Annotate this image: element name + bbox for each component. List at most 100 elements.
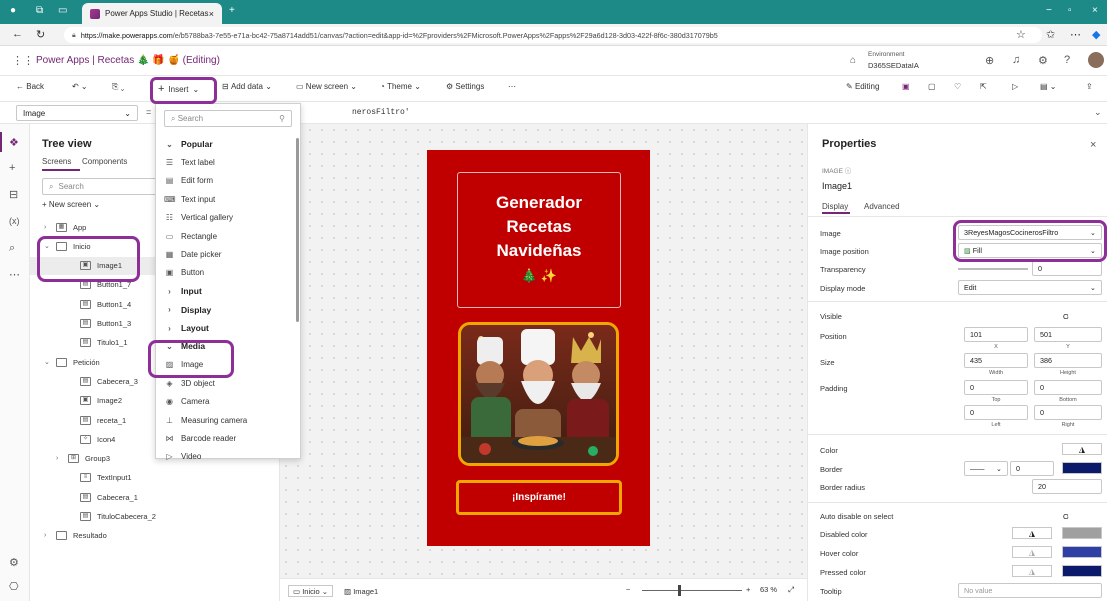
image-dropdown[interactable]: 3ReyesMagosCocinerosFiltro ⌄ — [958, 225, 1102, 240]
add-data-button[interactable]: ⊟ Add data ⌄ — [222, 82, 272, 91]
expand-formula-icon[interactable]: ⌄ — [1094, 107, 1102, 118]
gear-icon[interactable]: ⚙ — [1038, 54, 1048, 67]
insert-menu-item[interactable]: ▭ Rectangle — [156, 227, 294, 245]
editing-button[interactable]: ✎ Editing — [846, 82, 879, 91]
chevron-right-icon[interactable]: › — [44, 532, 56, 539]
zoom-out-icon[interactable]: − — [626, 585, 630, 597]
control-breadcrumb[interactable]: ▨ Image1 — [344, 585, 378, 597]
transparency-input[interactable]: 0 — [1032, 261, 1102, 276]
tree-view-icon[interactable]: ❖ — [9, 136, 19, 149]
publish-icon[interactable]: ⇪ — [1086, 82, 1093, 91]
tooltip-input[interactable]: No value — [958, 583, 1102, 598]
new-screen-tree-button[interactable]: + New screen ⌄ — [42, 200, 100, 209]
share-icon[interactable]: ⇱ — [980, 82, 987, 91]
more-rail-icon[interactable]: ⋯ — [9, 268, 20, 281]
title-label[interactable]: Generador Recetas Navideñas 🎄 ✨ — [457, 172, 621, 308]
insert-menu-item[interactable]: ▨ Image — [156, 356, 294, 374]
favorite-star-icon[interactable]: ☆ — [1016, 28, 1026, 41]
new-screen-button[interactable]: ▭ New screen ⌄ — [296, 82, 357, 91]
tree-item[interactable]: › Resultado — [30, 527, 280, 545]
hover-color-picker[interactable]: ◮ — [1012, 546, 1052, 558]
close-icon[interactable]: × — [1090, 139, 1096, 151]
padding-left-input[interactable]: 0 — [964, 405, 1028, 420]
tab-advanced[interactable]: Advanced — [864, 202, 900, 211]
phone-preview-icon[interactable]: ▣ — [902, 82, 910, 91]
chevron-down-icon[interactable]: ⌄ — [44, 358, 56, 366]
zoom-in-icon[interactable]: + — [746, 585, 750, 597]
chevron-right-icon[interactable]: › — [44, 224, 56, 231]
border-thickness-input[interactable]: 0 — [1010, 461, 1054, 476]
size-height-input[interactable]: 386 — [1034, 353, 1102, 368]
paste-icon[interactable]: ⎘ ⌄ — [112, 82, 124, 92]
search-rail-icon[interactable]: ⌕ — [9, 242, 15, 255]
insert-menu-item[interactable]: ⋈ Barcode reader — [156, 429, 294, 447]
padding-right-input[interactable]: 0 — [1034, 405, 1102, 420]
insert-menu-scrollbar[interactable] — [296, 138, 299, 322]
insert-search-input[interactable]: ⌕ Search ⚲ — [164, 110, 292, 127]
border-color-swatch[interactable] — [1062, 462, 1102, 474]
insert-rail-icon[interactable]: + — [9, 162, 15, 174]
tab-components[interactable]: Components — [82, 157, 127, 166]
back-arrow-icon[interactable]: ← — [12, 28, 23, 40]
copilot-header-icon[interactable]: ⊕ — [985, 54, 994, 67]
waffle-icon[interactable]: ⋮⋮ — [12, 54, 34, 67]
workspaces-icon[interactable]: ⧉ — [36, 5, 43, 16]
new-tab-icon[interactable]: + — [229, 5, 235, 16]
insert-menu-item[interactable]: ⌨ Text input — [156, 190, 294, 208]
tab-display[interactable]: Display — [822, 202, 848, 211]
insert-category[interactable]: › Input — [156, 282, 294, 300]
zoom-slider-thumb[interactable] — [678, 585, 681, 596]
insert-menu-item[interactable]: ◈ 3D object — [156, 374, 294, 392]
chevron-right-icon[interactable]: › — [56, 455, 68, 462]
insert-button[interactable]: + Insert ⌄ — [152, 78, 205, 100]
disabled-color-picker[interactable]: ◮ — [1012, 527, 1052, 539]
more-commands-icon[interactable]: ⋯ — [508, 82, 516, 91]
insert-category[interactable]: › Display — [156, 301, 294, 319]
image1-control[interactable] — [458, 322, 619, 466]
insert-menu-item[interactable]: ☰ Text label — [156, 153, 294, 171]
disabled-color-swatch[interactable] — [1062, 527, 1102, 539]
help-circle-icon[interactable]: ⓘ — [845, 168, 852, 175]
inspirame-button[interactable]: ¡Inspírame! — [456, 480, 622, 515]
insert-menu-item[interactable]: ▤ Edit form — [156, 172, 294, 190]
color-picker[interactable]: ◮ — [1062, 443, 1102, 455]
tree-item[interactable]: ▤ Cabecera_1 — [30, 488, 280, 506]
position-x-input[interactable]: 101 — [964, 327, 1028, 342]
copilot-icon[interactable]: ◆ — [1092, 28, 1100, 41]
tree-item[interactable]: ▤ TituloCabecera_2 — [30, 508, 280, 526]
pressed-color-picker[interactable]: ◮ — [1012, 565, 1052, 577]
environment-name[interactable]: D365SEDataIA — [868, 61, 919, 70]
tab-actions-icon[interactable]: ▭ — [58, 5, 67, 16]
avatar[interactable] — [1088, 52, 1104, 68]
insert-category[interactable]: ⌄ Media — [156, 337, 294, 355]
comments-icon[interactable]: ▢ — [928, 82, 936, 91]
insert-menu-item[interactable]: ⊥ Measuring camera — [156, 411, 294, 429]
close-tab-icon[interactable]: × — [209, 9, 214, 19]
settings-rail-icon[interactable]: ⚙ — [9, 556, 19, 569]
tab-screens[interactable]: Screens — [42, 157, 71, 166]
maximize-icon[interactable]: ▫ — [1068, 5, 1072, 16]
theme-button[interactable]: ◔ Theme ⌄ — [380, 82, 421, 91]
insert-menu-item[interactable]: ▦ Date picker — [156, 245, 294, 263]
padding-bottom-input[interactable]: 0 — [1034, 380, 1102, 395]
refresh-icon[interactable]: ↻ — [36, 28, 45, 41]
tree-search-input[interactable]: ⌕ Search — [42, 178, 172, 195]
padding-top-input[interactable]: 0 — [964, 380, 1028, 395]
settings-button[interactable]: ⚙ Settings — [446, 82, 484, 91]
bell-icon[interactable]: ♫ — [1012, 54, 1020, 66]
close-window-icon[interactable]: × — [1092, 5, 1098, 16]
zoom-slider[interactable] — [642, 590, 742, 591]
undo-icon[interactable]: ↶ ⌄ — [72, 82, 88, 91]
control-name[interactable]: Image1 — [822, 181, 852, 191]
insert-menu-item[interactable]: ▷ Video — [156, 448, 294, 466]
canvas-area[interactable]: Generador Recetas Navideñas 🎄 ✨ ¡Inspíra… — [280, 124, 807, 578]
data-rail-icon[interactable]: ⊟ — [9, 188, 18, 201]
insert-menu-item[interactable]: ◉ Camera — [156, 393, 294, 411]
fit-to-window-icon[interactable]: ⤢ — [788, 585, 794, 597]
screen-inicio[interactable]: Generador Recetas Navideñas 🎄 ✨ ¡Inspíra… — [427, 150, 650, 546]
account-rail-icon[interactable]: ⎔ — [9, 580, 19, 593]
border-radius-input[interactable]: 20 — [1032, 479, 1102, 494]
collections-icon[interactable]: ✩ — [1046, 28, 1055, 41]
pressed-color-swatch[interactable] — [1062, 565, 1102, 577]
insert-menu-item[interactable]: ☷ Vertical gallery — [156, 209, 294, 227]
